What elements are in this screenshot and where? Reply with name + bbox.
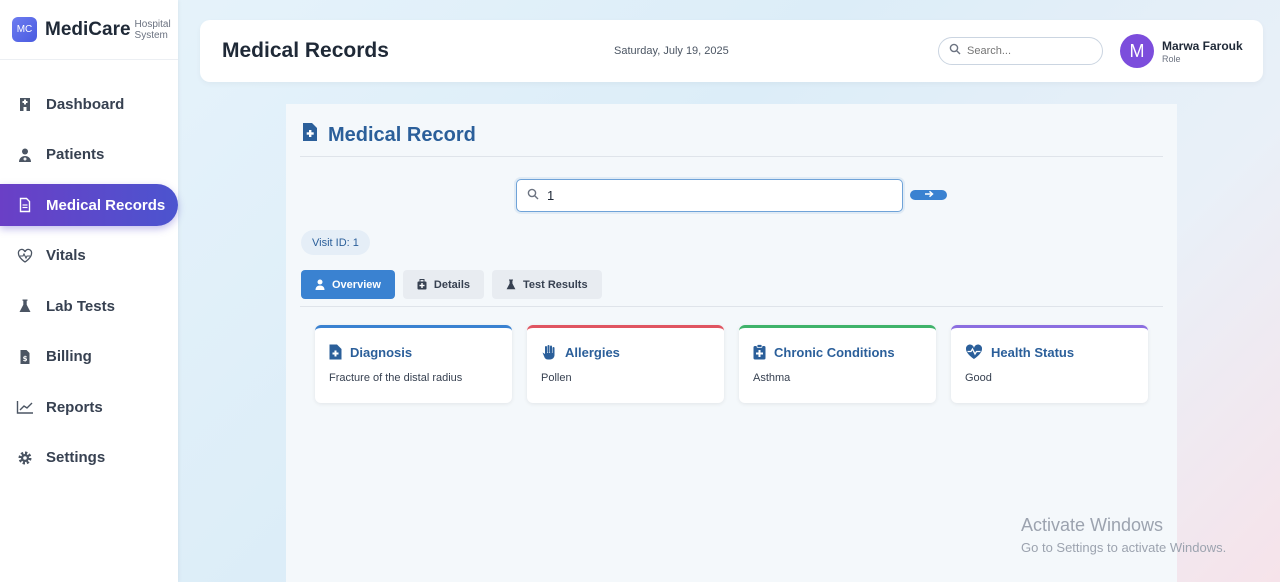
- sidebar-item-vitals[interactable]: Vitals: [0, 235, 178, 277]
- svg-text:$: $: [23, 355, 28, 363]
- tab-overview[interactable]: Overview: [301, 270, 395, 299]
- flask-icon: [506, 279, 516, 290]
- sidebar-item-settings[interactable]: Settings: [0, 437, 178, 479]
- card-title: Diagnosis: [329, 344, 498, 360]
- search-icon: [527, 187, 539, 205]
- card-title-text: Health Status: [991, 344, 1075, 360]
- visit-id-badge: Visit ID: 1: [301, 230, 370, 255]
- tab-details[interactable]: Details: [402, 270, 484, 299]
- heart-pulse-icon: [16, 247, 34, 265]
- sidebar-item-patients[interactable]: Patients: [0, 134, 178, 176]
- record-title: Medical Record: [328, 123, 476, 146]
- medical-record-panel: Medical Record Visit ID: 1 Overview Deta…: [286, 104, 1177, 582]
- card-diagnosis: Diagnosis Fracture of the distal radius: [315, 325, 512, 403]
- sidebar-item-label: Lab Tests: [46, 297, 115, 315]
- record-tabs: Overview Details Test Results: [301, 270, 610, 299]
- brand-subtitle: Hospital System: [134, 18, 171, 41]
- card-health-status: Health Status Good: [951, 325, 1148, 403]
- brand-logo: MC: [12, 17, 37, 42]
- divider: [300, 306, 1163, 307]
- activation-watermark: Activate Windows Go to Settings to activ…: [1021, 515, 1226, 555]
- sidebar-item-label: Billing: [46, 348, 92, 365]
- card-allergies: Allergies Pollen: [527, 325, 724, 403]
- sidebar-item-reports[interactable]: Reports: [0, 386, 178, 428]
- gear-icon: [16, 449, 34, 467]
- sidebar-item-label: Patients: [46, 146, 105, 163]
- brand[interactable]: MC MediCare Hospital System: [0, 0, 178, 60]
- card-title-text: Allergies: [565, 344, 620, 360]
- invoice-icon: $: [16, 348, 34, 366]
- search-submit-button[interactable]: [910, 190, 947, 200]
- sidebar-item-lab-tests[interactable]: Lab Tests: [0, 285, 178, 327]
- sidebar-item-label: Settings: [46, 449, 106, 466]
- card-title: Health Status: [965, 344, 1134, 360]
- card-value: Asthma: [753, 372, 791, 384]
- brand-name: MediCare: [45, 18, 131, 40]
- sidebar-item-label: Vitals: [46, 247, 86, 264]
- card-value: Fracture of the distal radius: [329, 372, 463, 384]
- heart-pulse-icon: [965, 344, 983, 360]
- tab-test-results[interactable]: Test Results: [492, 270, 602, 299]
- card-title: Chronic Conditions: [753, 344, 922, 360]
- user-doctor-icon: [16, 146, 34, 164]
- page-title: Medical Records: [222, 39, 389, 62]
- card-value: Good: [965, 372, 992, 384]
- sidebar-item-billing[interactable]: $ Billing: [0, 336, 178, 378]
- flask-icon: [16, 297, 34, 315]
- clipboard-medical-icon: [753, 344, 766, 360]
- user-name[interactable]: Marwa Farouk: [1162, 39, 1243, 53]
- overview-cards: Diagnosis Fracture of the distal radius …: [315, 325, 1163, 403]
- tab-label: Overview: [332, 278, 381, 291]
- file-medical-icon: [302, 122, 318, 148]
- sidebar-item-medical-records[interactable]: Medical Records: [0, 184, 178, 226]
- watermark-subtitle: Go to Settings to activate Windows.: [1021, 540, 1227, 555]
- card-value: Pollen: [541, 372, 572, 384]
- hand-icon: [541, 344, 557, 360]
- hospital-icon: [16, 95, 34, 113]
- medkit-icon: [417, 279, 427, 290]
- card-chronic-conditions: Chronic Conditions Asthma: [739, 325, 936, 403]
- tab-label: Test Results: [523, 278, 588, 291]
- top-header: Medical Records Saturday, July 19, 2025 …: [200, 20, 1263, 82]
- sidebar-item-label: Medical Records: [46, 196, 166, 214]
- card-title: Allergies: [541, 344, 710, 360]
- file-medical-icon: [16, 196, 34, 214]
- avatar[interactable]: M: [1120, 34, 1154, 68]
- card-title-text: Chronic Conditions: [774, 344, 895, 360]
- sidebar-item-label: Reports: [46, 398, 103, 416]
- record-heading: Medical Record: [302, 122, 476, 148]
- arrow-right-icon: [924, 190, 934, 200]
- chart-line-icon: [16, 398, 34, 416]
- user-role: Role: [1162, 54, 1181, 64]
- file-medical-icon: [329, 344, 342, 360]
- watermark-title: Activate Windows: [1021, 515, 1164, 535]
- current-date: Saturday, July 19, 2025: [614, 45, 729, 57]
- divider: [300, 156, 1163, 157]
- user-icon: [315, 279, 325, 290]
- sidebar-item-label: Dashboard: [46, 95, 125, 113]
- sidebar: MC MediCare Hospital System Dashboard Pa…: [0, 0, 178, 582]
- sidebar-item-dashboard[interactable]: Dashboard: [0, 83, 178, 125]
- record-search-input[interactable]: [547, 188, 887, 203]
- record-search[interactable]: [516, 179, 903, 212]
- header-search[interactable]: [938, 37, 1103, 65]
- search-input[interactable]: [967, 45, 1087, 57]
- tab-label: Details: [433, 278, 470, 291]
- sidebar-nav: Dashboard Patients Medical Records Vital…: [0, 60, 178, 479]
- card-title-text: Diagnosis: [350, 344, 413, 360]
- search-icon: [949, 42, 961, 60]
